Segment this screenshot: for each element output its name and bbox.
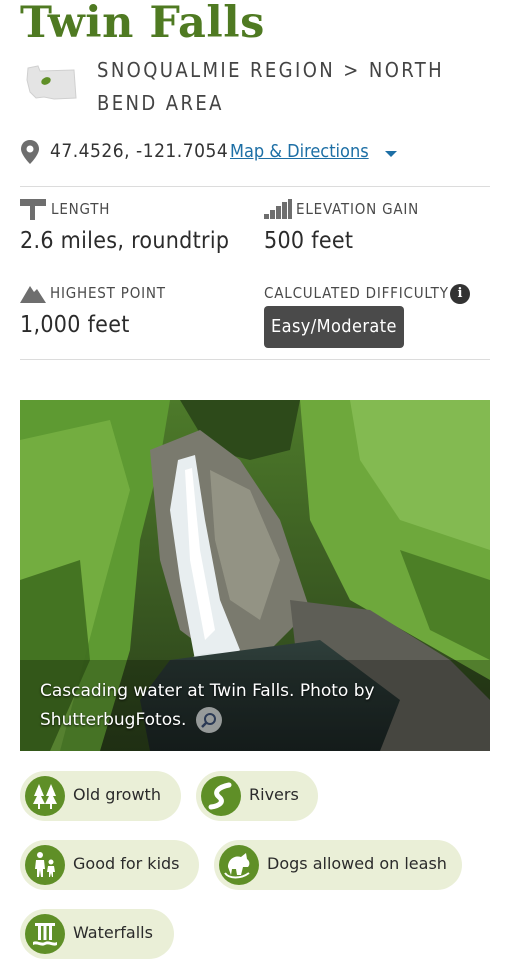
length-value: 2.6 miles, roundtrip	[20, 228, 230, 254]
coordinates-row: 47.4526, -121.7054 Map & Directions	[20, 138, 490, 168]
stat-length: LENGTH 2.6 miles, roundtrip	[20, 199, 250, 270]
stat-elevation-gain: ELEVATION GAIN 500 feet	[264, 199, 494, 270]
elevation-icon	[264, 199, 292, 219]
washington-state-map-icon	[26, 65, 77, 100]
old-growth-icon	[25, 776, 65, 816]
length-label: LENGTH	[51, 200, 111, 218]
feature-tag-rivers[interactable]: Rivers	[196, 771, 318, 821]
chevron-down-icon[interactable]	[385, 151, 397, 157]
region-text: SNOQUALMIE REGION > NORTH BEND AREA	[97, 58, 445, 115]
signpost-icon	[20, 199, 46, 220]
divider	[20, 186, 490, 187]
feature-tag-old-growth[interactable]: Old growth	[20, 771, 181, 821]
stat-difficulty: CALCULATED DIFFICULTY i Easy/Moderate	[264, 284, 490, 354]
mountain-icon	[20, 286, 46, 303]
feature-tag-label: Waterfalls	[73, 923, 153, 942]
photo-caption: Cascading water at Twin Falls. Photo by …	[40, 677, 440, 735]
difficulty-label: CALCULATED DIFFICULTY	[264, 284, 449, 302]
elevation-gain-label: ELEVATION GAIN	[296, 200, 420, 218]
hike-photo[interactable]: Cascading water at Twin Falls. Photo by …	[20, 400, 490, 751]
divider	[20, 359, 490, 360]
feature-tag-kids[interactable]: Good for kids	[20, 840, 199, 890]
map-pin-icon	[21, 140, 39, 164]
highest-point-value: 1,000 feet	[20, 312, 130, 338]
feature-tag-label: Old growth	[73, 785, 161, 804]
zoom-icon[interactable]	[195, 707, 222, 733]
map-directions-link[interactable]: Map & Directions	[230, 141, 369, 162]
region-breadcrumb: SNOQUALMIE REGION > NORTH BEND AREA	[20, 54, 490, 120]
waterfall-icon	[25, 914, 65, 954]
stat-highest-point: HIGHEST POINT 1,000 feet	[20, 284, 250, 354]
highest-point-label: HIGHEST POINT	[50, 284, 166, 302]
feature-tag-label: Rivers	[249, 785, 299, 804]
feature-tag-waterfalls[interactable]: Waterfalls	[20, 909, 174, 959]
feature-tag-label: Good for kids	[73, 854, 180, 873]
hike-title: Twin Falls	[20, 0, 265, 48]
elevation-gain-value: 500 feet	[264, 228, 354, 254]
coordinates-text: 47.4526, -121.7054	[50, 140, 229, 162]
info-icon[interactable]: i	[450, 284, 470, 304]
kids-icon	[25, 845, 65, 885]
rivers-icon	[201, 776, 241, 816]
difficulty-badge: Easy/Moderate	[264, 306, 404, 348]
feature-tag-dogs[interactable]: Dogs allowed on leash	[214, 840, 462, 890]
dog-icon	[219, 845, 259, 885]
feature-tag-label: Dogs allowed on leash	[267, 854, 447, 873]
